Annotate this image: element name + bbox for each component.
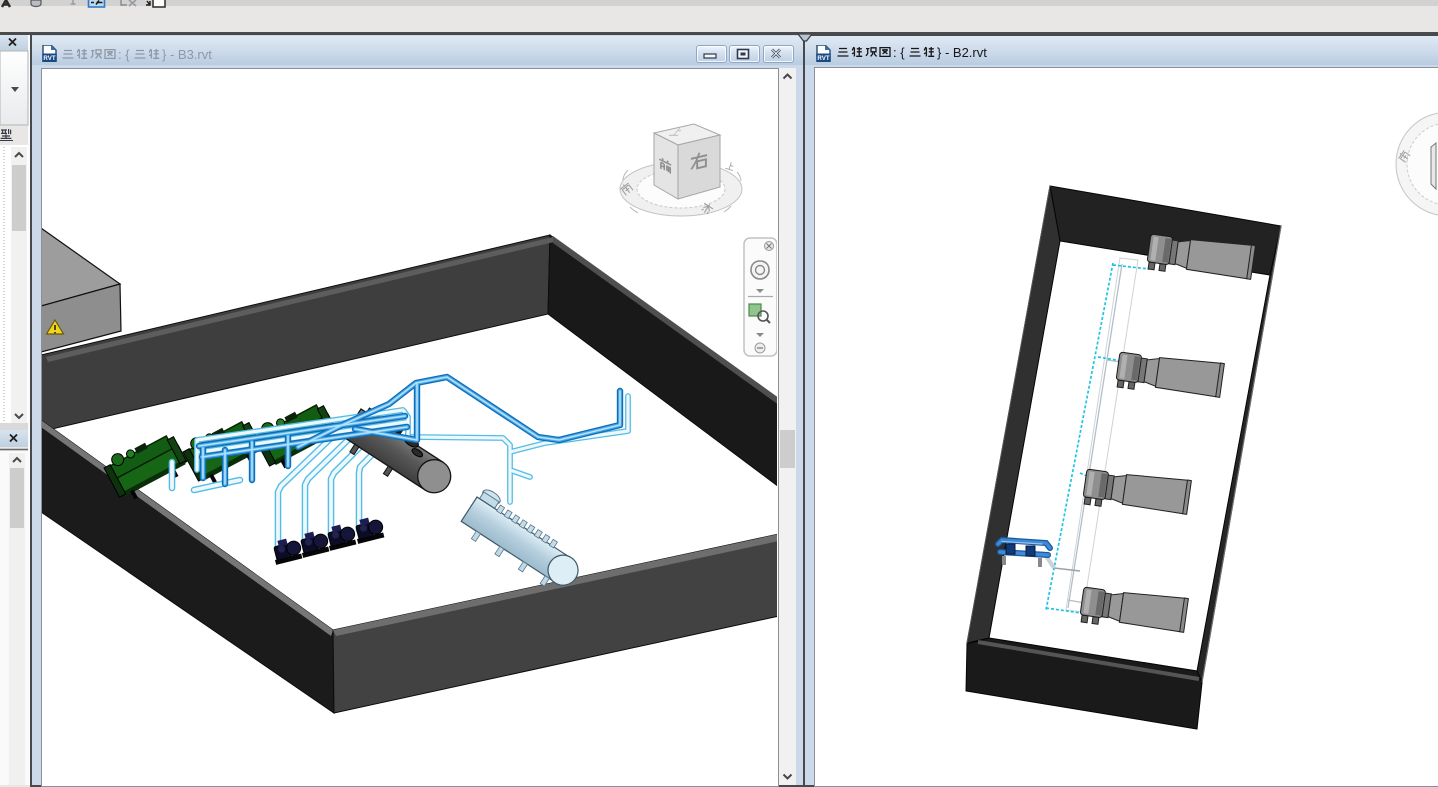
svg-text:} - B3.rvt: } - B3.rvt (162, 47, 212, 62)
svg-text:RVT: RVT (817, 55, 829, 62)
svg-text:} - B2.rvt: } - B2.rvt (937, 45, 987, 60)
svg-text:: {: : { (893, 45, 905, 60)
svg-text:: {: : { (118, 47, 130, 62)
svg-text:RVT: RVT (43, 55, 55, 62)
